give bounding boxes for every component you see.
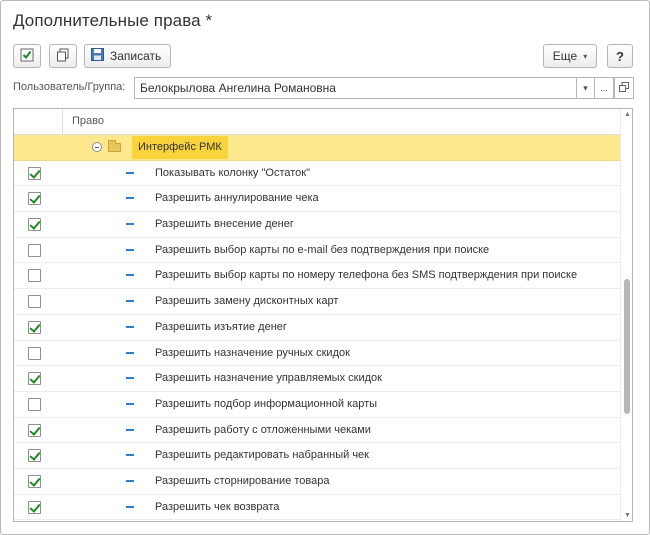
rights-table: Право Интерфейс РМК Показывать колонку "… [13,108,633,522]
leaf-dash-icon [126,171,134,174]
table-row[interactable]: Разрешить назначение ручных скидок [14,341,620,367]
right-label: Разрешить редактировать набранный чек [155,449,369,462]
dropdown-button[interactable]: ▾ [576,77,595,99]
select-button[interactable]: ... [595,77,614,99]
right-label: Разрешить внесение денег [155,218,294,231]
user-group-label: Пользователь/Группа: [13,81,126,93]
right-label: Разрешить аннулирование чека [155,192,319,205]
table-row[interactable]: Разрешить аннулирование чека [14,186,620,213]
leaf-dash-icon [126,428,134,431]
right-checkbox[interactable] [28,449,41,463]
table-row[interactable]: Разрешить назначение управляемых скидок [14,366,620,392]
leaf-dash-icon [126,351,134,354]
right-checkbox[interactable] [28,192,41,206]
right-label: Показывать колонку "Остаток" [155,166,310,179]
right-label: Разрешить выбор карты по e-mail без подт… [155,243,490,256]
table-row[interactable]: Разрешить изъятие денег [14,315,620,341]
right-checkbox[interactable] [28,346,41,360]
right-label: Разрешить сторнирование товара [155,474,330,487]
leaf-dash-icon [126,402,134,405]
group-label: Интерфейс РМК [132,136,228,159]
right-checkbox[interactable] [28,423,41,437]
leaf-dash-icon [126,223,134,226]
table-row[interactable]: Разрешить редактировать набранный чек [14,443,620,469]
select-all-button[interactable] [13,44,41,68]
right-checkbox[interactable] [28,166,41,180]
scroll-up-icon[interactable]: ▲ [624,111,631,118]
leaf-dash-icon [126,274,134,277]
save-button-label: Записать [110,49,162,63]
scroll-down-icon[interactable]: ▼ [624,512,631,519]
folder-icon [108,140,121,152]
table-row[interactable]: Показывать колонку "Остаток" [14,161,620,187]
right-checkbox[interactable] [28,243,41,257]
column-divider [62,109,63,135]
right-label: Разрешить назначение ручных скидок [155,346,350,359]
more-button-label: Еще [552,49,578,63]
leaf-dash-icon [126,325,134,328]
table-row[interactable]: Разрешить работу с отложенными чеками [14,418,620,444]
right-checkbox[interactable] [28,269,41,283]
more-button[interactable]: Еще ▾ [543,44,597,68]
right-checkbox[interactable] [28,320,41,334]
leaf-dash-icon [126,454,134,457]
table-row[interactable]: Разрешить подбор информационной карты [14,392,620,418]
right-label: Разрешить работу с отложенными чеками [155,423,371,436]
right-label: Разрешить чек возврата [155,500,280,513]
chevron-down-icon: ▾ [583,82,588,93]
check-icon [20,48,34,65]
right-checkbox[interactable] [28,218,41,232]
right-label: Разрешить замену дисконтных карт [155,295,339,308]
right-checkbox[interactable] [28,500,41,514]
table-row[interactable]: Разрешить замену дисконтных карт [14,289,620,315]
right-checkbox[interactable] [28,295,41,309]
user-group-field[interactable]: Белокрылова Ангелина Романовна [134,77,576,99]
leaf-dash-icon [126,377,134,380]
table-row[interactable]: Разрешить внесение денег [14,212,620,238]
help-button[interactable]: ? [607,44,633,68]
right-label: Разрешить подбор информационной карты [155,397,378,410]
leaf-dash-icon [126,505,134,508]
table-row[interactable]: Разрешить сторнирование товара [14,469,620,495]
open-button[interactable] [614,77,634,99]
group-row[interactable]: Интерфейс РМК [14,135,620,161]
chevron-down-icon: ▾ [583,51,588,61]
table-row[interactable]: Разрешить выбор карты по номеру телефона… [14,263,620,290]
table-row[interactable]: Разрешить чек возврата [14,495,620,521]
leaf-dash-icon [126,479,134,482]
floppy-disk-icon [91,48,104,64]
column-header-right[interactable]: Право [72,115,104,127]
copy-button[interactable] [49,44,77,68]
right-checkbox[interactable] [28,372,41,386]
ellipsis-icon: ... [600,83,608,93]
copy-icon [56,48,70,65]
right-label: Разрешить выбор карты по номеру телефона… [155,269,578,282]
page-title: Дополнительные права * [13,11,213,30]
table-body: Интерфейс РМК Показывать колонку "Остато… [14,135,620,521]
right-checkbox[interactable] [28,474,41,488]
table-row[interactable]: Разрешить выбор карты по e-mail без подт… [14,238,620,264]
right-label: Разрешить назначение управляемых скидок [155,372,382,385]
leaf-dash-icon [126,300,134,303]
right-label: Разрешить изъятие денег [155,320,287,333]
leaf-dash-icon [126,197,134,200]
right-checkbox[interactable] [28,397,41,411]
additional-rights-window: Дополнительные права * Записать Еще ▾ ? … [0,0,650,535]
scrollbar-thumb[interactable] [624,279,630,414]
leaf-dash-icon [126,248,134,251]
open-window-icon [619,82,629,94]
table-header: Право [14,109,620,135]
save-button[interactable]: Записать [84,44,171,68]
vertical-scrollbar[interactable]: ▲ ▼ [620,109,632,521]
collapse-icon[interactable] [92,142,102,152]
